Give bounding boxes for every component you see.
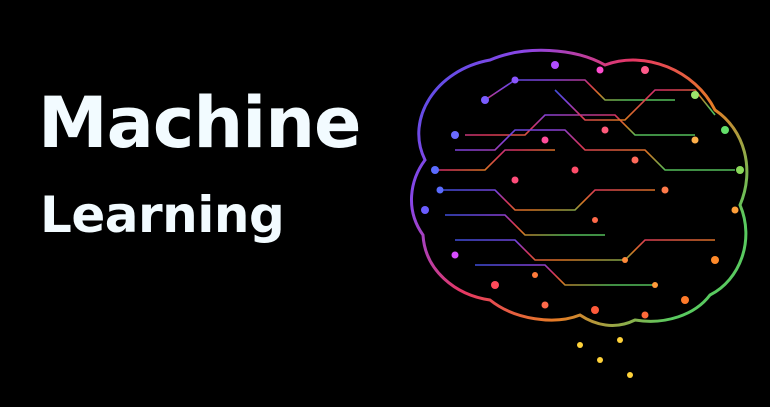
circuit-brain-icon bbox=[410, 48, 749, 407]
title-machine: Machine bbox=[38, 82, 362, 164]
banner: Machine Learning bbox=[0, 0, 770, 407]
title-learning: Learning bbox=[40, 186, 285, 244]
